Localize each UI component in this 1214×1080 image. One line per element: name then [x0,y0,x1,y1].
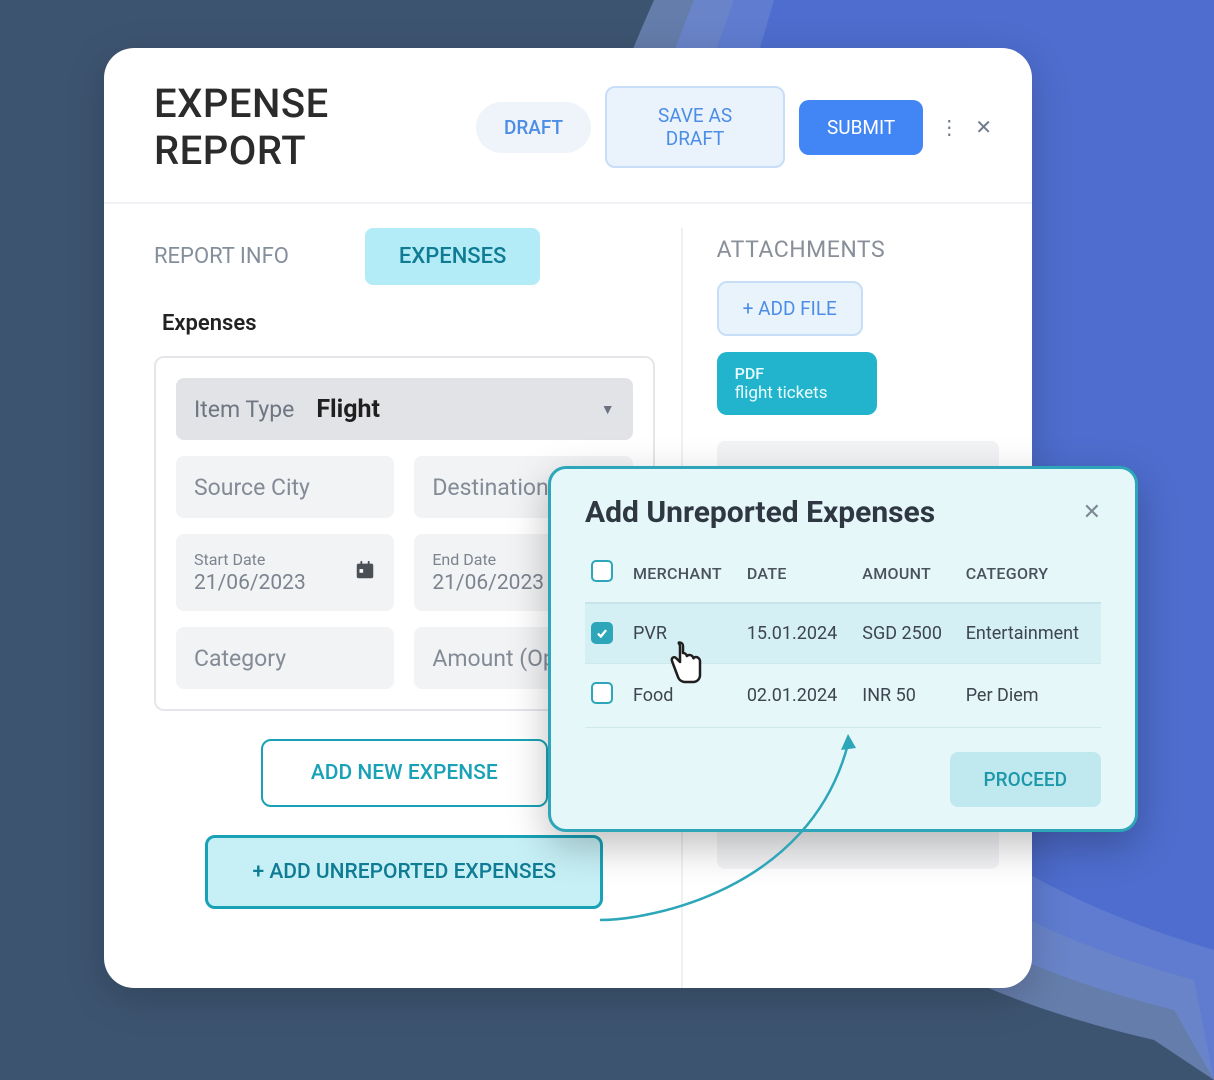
status-badge: DRAFT [476,102,591,153]
proceed-button[interactable]: PROCEED [950,752,1101,807]
add-file-button[interactable]: + ADD FILE [717,281,863,336]
attachment-type: PDF [735,364,859,383]
category-field[interactable]: Category [176,627,394,689]
cell-category: Per Diem [960,664,1101,728]
tab-expenses[interactable]: EXPENSES [365,228,540,285]
cell-date: 02.01.2024 [741,664,856,728]
end-date-label: End Date [432,550,496,569]
end-date-value: 21/06/2023 [432,571,544,595]
cell-date: 15.01.2024 [741,603,856,664]
submit-button[interactable]: SUBMIT [799,100,923,155]
header: EXPENSE REPORT DRAFT SAVE AS DRAFT SUBMI… [104,48,1032,204]
cell-amount: INR 50 [856,664,959,728]
table-row[interactable]: Food 02.01.2024 INR 50 Per Diem [585,664,1101,728]
attachment-name: flight tickets [735,383,859,403]
add-new-expense-button[interactable]: ADD NEW EXPENSE [261,739,548,807]
source-city-field[interactable]: Source City [176,456,394,518]
start-date-field[interactable]: Start Date 21/06/2023 [176,534,394,611]
tabs: REPORT INFO EXPENSES [154,228,655,285]
cell-merchant: PVR [627,603,741,664]
tab-report-info[interactable]: REPORT INFO [154,228,323,285]
cell-category: Entertainment [960,603,1101,664]
unreported-expenses-popup: Add Unreported Expenses ✕ MERCHANT DATE … [548,466,1138,832]
cell-amount: SGD 2500 [856,603,959,664]
item-type-select[interactable]: Item Type Flight ▼ [176,378,633,440]
item-type-value: Flight [316,395,600,424]
start-date-value: 21/06/2023 [194,571,306,595]
calendar-icon [354,559,376,587]
section-heading: Expenses [162,311,655,336]
attachment-card[interactable]: PDF flight tickets [717,352,877,415]
unreported-expenses-table: MERCHANT DATE AMOUNT CATEGORY PVR 15.01.… [585,550,1101,728]
select-all-checkbox[interactable] [591,560,613,582]
popup-close-icon[interactable]: ✕ [1083,500,1101,525]
start-date-label: Start Date [194,550,265,569]
row-checkbox[interactable] [591,682,613,704]
item-type-label: Item Type [194,396,294,423]
col-date: DATE [741,550,856,603]
popup-title: Add Unreported Expenses [585,495,935,530]
save-as-draft-button[interactable]: SAVE AS DRAFT [605,86,785,168]
col-category: CATEGORY [960,550,1101,603]
add-unreported-expenses-button[interactable]: + ADD UNREPORTED EXPENSES [205,835,603,909]
page-title: EXPENSE REPORT [154,80,448,174]
row-checkbox[interactable] [591,622,613,644]
attachments-heading: ATTACHMENTS [717,236,1020,263]
col-merchant: MERCHANT [627,550,741,603]
more-options-icon[interactable]: ⋮ [939,115,959,139]
chevron-down-icon: ▼ [601,401,615,418]
cell-merchant: Food [627,664,741,728]
close-icon[interactable]: ✕ [975,115,992,139]
table-row[interactable]: PVR 15.01.2024 SGD 2500 Entertainment [585,603,1101,664]
col-amount: AMOUNT [856,550,959,603]
